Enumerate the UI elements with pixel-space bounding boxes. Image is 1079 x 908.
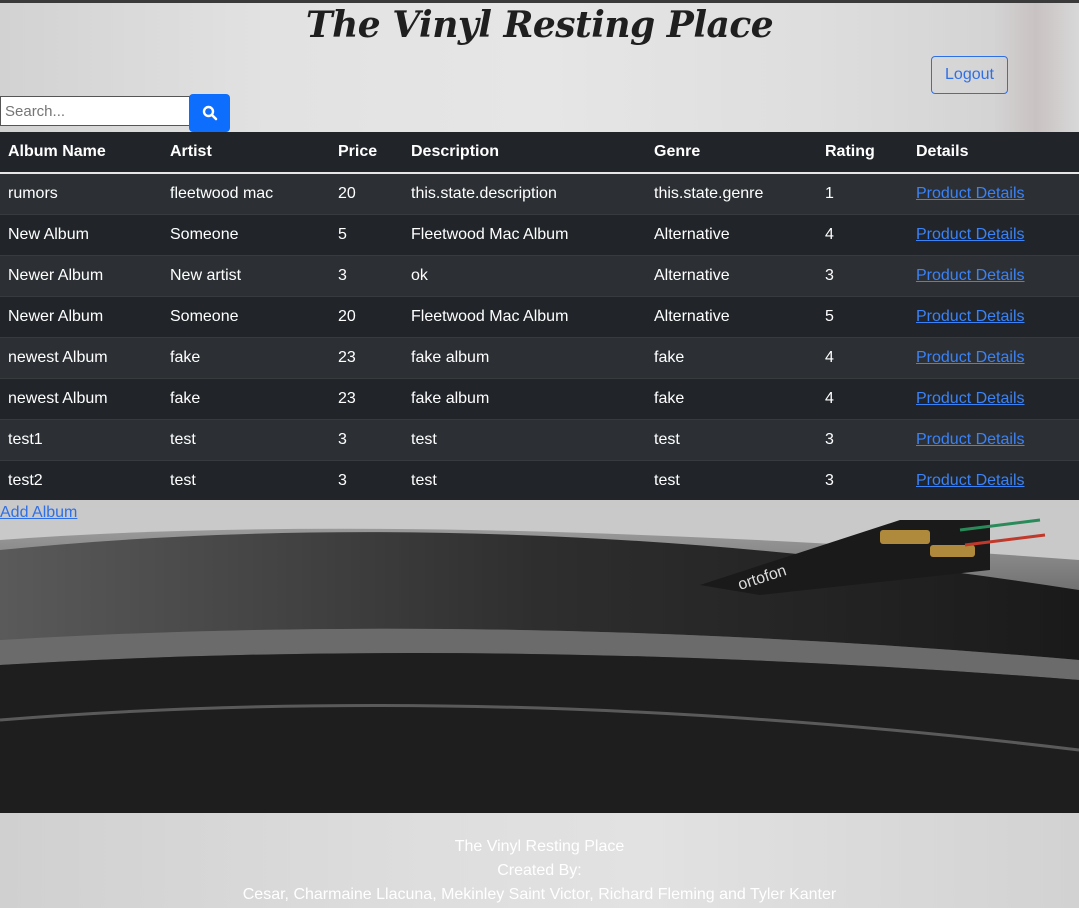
table-row: test2 test 3 test test 3 Product Details (0, 460, 1079, 501)
cell-album: test1 (8, 430, 43, 448)
cell-description: Fleetwood Mac Album (411, 225, 569, 243)
column-header-genre[interactable]: Genre (646, 132, 817, 174)
cell-artist: fake (170, 389, 201, 407)
cell-genre: Alternative (654, 266, 730, 284)
cell-price: 23 (338, 348, 356, 366)
cell-album: newest Album (8, 348, 108, 366)
cell-description: Fleetwood Mac Album (411, 307, 569, 325)
table-row: Newer Album New artist 3 ok Alternative … (0, 255, 1079, 296)
cell-price: 3 (338, 266, 347, 284)
albums-table: Album Name Artist Price Description Genr… (0, 132, 1079, 502)
footer-site-name: The Vinyl Resting Place (454, 838, 625, 855)
cell-description: fake album (411, 348, 490, 366)
search-input[interactable] (0, 96, 190, 126)
cell-artist: test (170, 430, 196, 448)
cell-rating: 4 (825, 348, 834, 366)
cell-details: Product Details (908, 378, 1079, 419)
cell-details: Product Details (908, 460, 1079, 501)
page-title: The Vinyl Resting Place (305, 4, 774, 46)
cell-description: ok (411, 266, 428, 284)
cell-price: 5 (338, 225, 347, 243)
cell-description: this.state.description (411, 184, 557, 202)
cell-details: Product Details (908, 419, 1079, 460)
column-header-price[interactable]: Price (330, 132, 403, 174)
cell-rating: 4 (825, 389, 834, 407)
cell-rating: 4 (825, 225, 834, 243)
cell-album: Newer Album (8, 266, 104, 284)
cell-price: 3 (338, 430, 347, 448)
product-details-link[interactable]: Product Details (916, 267, 1025, 284)
cell-description: test (411, 471, 437, 489)
cell-price: 3 (338, 471, 347, 489)
table-row: newest Album fake 23 fake album fake 4 P… (0, 337, 1079, 378)
cell-price: 23 (338, 389, 356, 407)
cell-genre: fake (654, 348, 685, 366)
product-details-link[interactable]: Product Details (916, 185, 1025, 202)
cell-rating: 3 (825, 430, 834, 448)
cell-details: Product Details (908, 214, 1079, 255)
cell-rating: 5 (825, 307, 834, 325)
cell-artist: fake (170, 348, 201, 366)
turntable-photo: ortofon (0, 500, 1079, 813)
column-header-details[interactable]: Details (908, 132, 1079, 174)
product-details-link[interactable]: Product Details (916, 226, 1025, 243)
cell-price: 20 (338, 307, 356, 325)
cell-artist: New artist (170, 266, 242, 284)
logout-button[interactable]: Logout (931, 56, 1008, 94)
cell-artist: test (170, 471, 196, 489)
cell-genre: this.state.genre (654, 184, 764, 202)
column-header-album-name[interactable]: Album Name (0, 132, 162, 174)
cell-details: Product Details (908, 296, 1079, 337)
cell-album: New Album (8, 225, 89, 243)
cell-details: Product Details (908, 255, 1079, 296)
turntable-illustration: ortofon (0, 500, 1079, 813)
cell-description: test (411, 430, 437, 448)
cell-details: Product Details (908, 173, 1079, 214)
search-icon (202, 105, 217, 121)
cell-artist: Someone (170, 307, 239, 325)
cell-genre: Alternative (654, 225, 730, 243)
column-header-rating[interactable]: Rating (817, 132, 908, 174)
footer: The Vinyl Resting Place Created By: Cesa… (0, 813, 1079, 908)
footer-created-by: Created By: (497, 862, 582, 879)
footer-authors: Cesar, Charmaine Llacuna, Mekinley Saint… (242, 886, 837, 903)
cell-album: Newer Album (8, 307, 104, 325)
table-row: test1 test 3 test test 3 Product Details (0, 419, 1079, 460)
cell-rating: 3 (825, 471, 834, 489)
product-details-link[interactable]: Product Details (916, 431, 1025, 448)
cell-description: fake album (411, 389, 490, 407)
cell-details: Product Details (908, 337, 1079, 378)
add-album-link[interactable]: Add Album (0, 504, 77, 522)
cell-album: newest Album (8, 389, 108, 407)
cell-genre: Alternative (654, 307, 730, 325)
cell-genre: test (654, 471, 680, 489)
product-details-link[interactable]: Product Details (916, 472, 1025, 489)
table-row: rumors fleetwood mac 20 this.state.descr… (0, 173, 1079, 214)
table-row: newest Album fake 23 fake album fake 4 P… (0, 378, 1079, 419)
cell-artist: fleetwood mac (170, 184, 274, 202)
search-button[interactable] (189, 94, 230, 132)
product-details-link[interactable]: Product Details (916, 308, 1025, 325)
cell-artist: Someone (170, 225, 239, 243)
cell-album: rumors (8, 184, 58, 202)
albums-table-container: Album Name Artist Price Description Genr… (0, 132, 1079, 502)
column-header-artist[interactable]: Artist (162, 132, 330, 174)
cell-genre: fake (654, 389, 685, 407)
table-row: New Album Someone 5 Fleetwood Mac Album … (0, 214, 1079, 255)
table-row: Newer Album Someone 20 Fleetwood Mac Alb… (0, 296, 1079, 337)
cell-rating: 3 (825, 266, 834, 284)
cell-album: test2 (8, 471, 43, 489)
cell-price: 20 (338, 184, 356, 202)
cell-rating: 1 (825, 184, 834, 202)
table-header-row: Album Name Artist Price Description Genr… (0, 132, 1079, 174)
cell-genre: test (654, 430, 680, 448)
product-details-link[interactable]: Product Details (916, 349, 1025, 366)
column-header-description[interactable]: Description (403, 132, 646, 174)
product-details-link[interactable]: Product Details (916, 390, 1025, 407)
